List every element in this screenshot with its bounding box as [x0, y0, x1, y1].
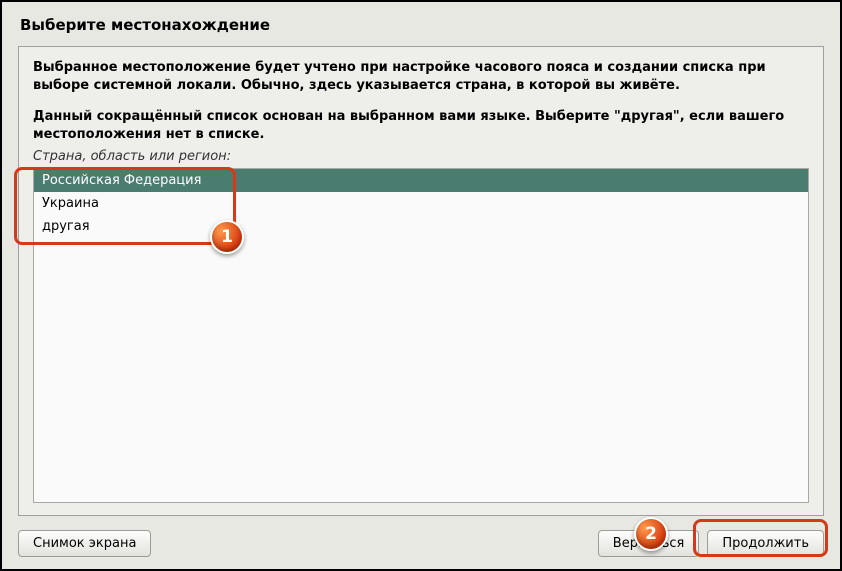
- list-item[interactable]: Украина: [34, 192, 808, 215]
- list-item[interactable]: другая: [34, 215, 808, 238]
- screenshot-button[interactable]: Снимок экрана: [18, 530, 151, 557]
- page-title: Выберите местонахождение: [6, 6, 836, 40]
- installer-window: Выберите местонахождение Выбранное место…: [6, 6, 836, 565]
- list-item-label: Украина: [42, 196, 99, 211]
- list-item-label: Российская Федерация: [42, 173, 201, 188]
- content-frame: Выбранное местоположение будет учтено пр…: [18, 46, 824, 516]
- footer: Снимок экрана Вернуться Продолжить: [6, 526, 836, 565]
- description-2: Данный сокращённый список основан на выб…: [33, 108, 809, 143]
- list-item-label: другая: [42, 219, 90, 234]
- back-button[interactable]: Вернуться: [598, 530, 700, 557]
- description-1: Выбранное местоположение будет учтено пр…: [33, 59, 809, 94]
- list-item[interactable]: Российская Федерация: [34, 169, 808, 192]
- continue-button[interactable]: Продолжить: [707, 530, 824, 557]
- list-label: Страна, область или регион:: [33, 149, 809, 164]
- location-listbox[interactable]: Российская Федерация Украина другая: [33, 168, 809, 503]
